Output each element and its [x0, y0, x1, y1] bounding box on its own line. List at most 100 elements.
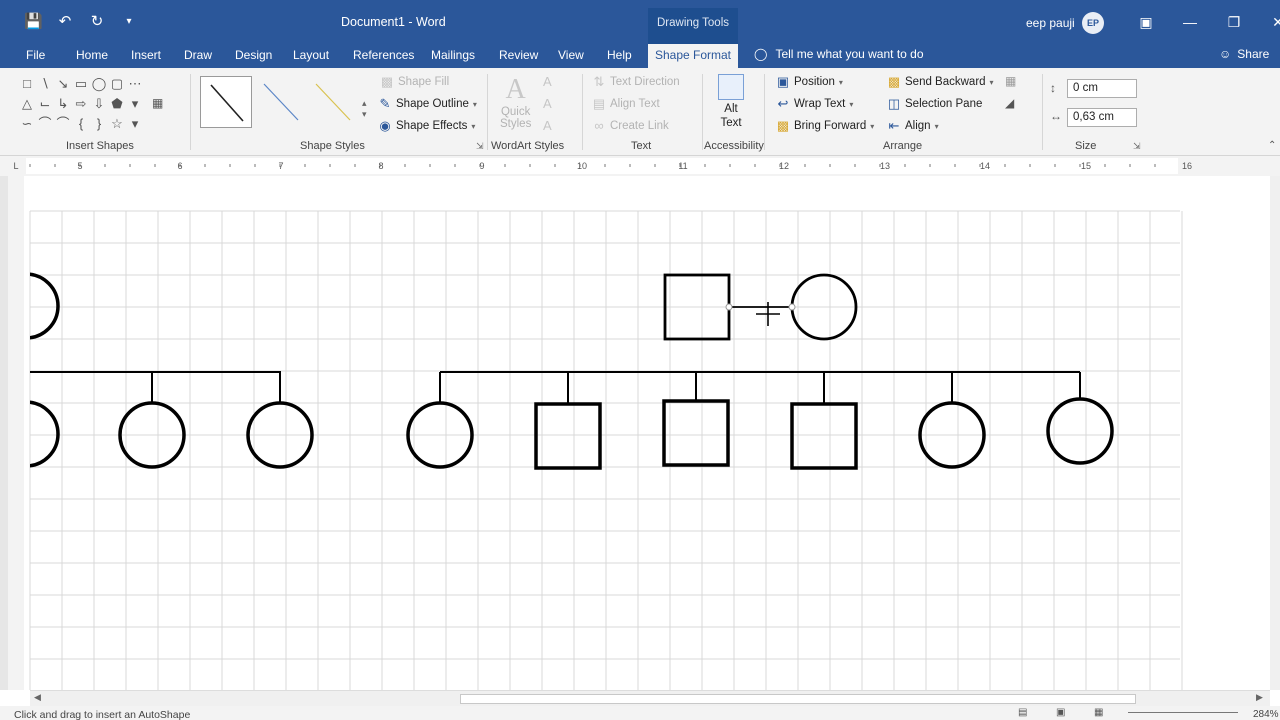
triangle-icon[interactable]: △ [18, 96, 36, 112]
shape-height-input[interactable]: 0 cm [1067, 79, 1137, 98]
pedigree-female[interactable] [24, 400, 60, 468]
tab-stop-icon[interactable]: L [13, 161, 18, 171]
ruler-label: 6 [177, 161, 182, 171]
elbow-connector-icon[interactable]: ⌙ [36, 96, 54, 112]
read-mode-icon[interactable]: ▤ [1018, 707, 1027, 718]
text-outline-icon[interactable]: A [543, 96, 552, 111]
alt-text-button[interactable]: Alt Text [718, 74, 744, 130]
drawing-canvas[interactable] [24, 176, 1270, 690]
shape-style-thumb[interactable] [200, 76, 252, 128]
minimize-icon[interactable]: — [1168, 12, 1212, 32]
rectangle-icon[interactable]: ▭ [72, 76, 90, 92]
vertical-ruler[interactable] [8, 176, 24, 690]
save-icon[interactable]: 💾 [24, 12, 43, 32]
star-icon[interactable]: ☆ [108, 116, 126, 132]
text-fill-icon[interactable]: A [543, 74, 552, 89]
shape-effects-button[interactable]: ◉ Shape Effects ▾ [378, 118, 475, 134]
tab-draw[interactable]: Draw [184, 48, 212, 62]
right-brace-icon[interactable]: } [90, 116, 108, 132]
create-link-button[interactable]: ∞ Create Link [592, 118, 668, 133]
avatar[interactable]: EP [1082, 12, 1104, 34]
dialog-launcher-icon[interactable]: ⇲ [1133, 141, 1141, 152]
zoom-slider[interactable] [1128, 712, 1238, 713]
shape-width-input[interactable]: 0,63 cm [1067, 108, 1137, 127]
horizontal-ruler[interactable]: 5 6 7 8 9 10 11 12 13 14 15 16 L [0, 156, 1280, 176]
print-layout-icon[interactable]: ▣ [1056, 707, 1065, 718]
text-box-icon[interactable]: □ [18, 76, 36, 92]
quick-styles-button[interactable]: A Quick Styles [500, 74, 531, 130]
tell-me-search[interactable]: ◯ Tell me what you want to do [754, 47, 924, 61]
right-arrow-icon[interactable]: ⇨ [72, 96, 90, 112]
tab-insert[interactable]: Insert [131, 48, 161, 62]
curve-icon[interactable]: ⌒ [36, 116, 54, 132]
pedigree-male[interactable] [662, 399, 730, 467]
shape-outline-button[interactable]: ✎ Shape Outline ▾ [378, 96, 477, 112]
selection-pane-button[interactable]: ◫ Selection Pane [887, 96, 983, 112]
dialog-launcher-icon[interactable]: ⇲ [476, 141, 484, 152]
tab-help[interactable]: Help [607, 48, 632, 62]
send-backward-button[interactable]: ▩ Send Backward ▾ [887, 74, 994, 90]
ribbon-display-options-icon[interactable]: ▣ [1124, 12, 1168, 32]
scroll-right-icon[interactable]: ▶ [1256, 692, 1263, 703]
tab-review[interactable]: Review [499, 48, 538, 62]
pentagon-icon[interactable]: ⬟ [108, 96, 126, 112]
text-box-draw-icon[interactable]: ▦ [152, 96, 163, 110]
share-button[interactable]: ☺ Share [1219, 47, 1269, 61]
ruler-label: 5 [77, 161, 82, 171]
scroll-left-icon[interactable]: ◀ [34, 692, 41, 703]
oval-icon[interactable]: ◯ [90, 76, 108, 92]
group-objects-icon[interactable]: ▦ [1005, 74, 1016, 88]
edit-shape-icon[interactable]: ⋯ [126, 76, 144, 92]
styles-scroll-icon[interactable]: ▴ ▾ [362, 98, 367, 120]
shape-style-thumb[interactable] [310, 76, 362, 128]
customize-qat-icon[interactable]: ▾ [120, 12, 138, 32]
restore-icon[interactable]: ❐ [1212, 12, 1256, 32]
scrollbar-thumb[interactable] [460, 694, 1136, 704]
redo-icon[interactable]: ↻ [88, 12, 106, 32]
shapes-gallery[interactable]: □ ∖ ↘ ▭ ◯ ▢ ⋯ △ ⌙ ↳ ⇨ ⇩ ⬟ ▾ ∽ ⌒ ⌒ { } ☆ … [18, 76, 148, 132]
close-icon[interactable]: ✕ [1256, 12, 1280, 32]
arrow-line-icon[interactable]: ↘ [54, 76, 72, 92]
text-effects-icon[interactable]: A [543, 118, 552, 133]
undo-icon[interactable]: ↶ [56, 12, 74, 32]
pedigree-male[interactable] [790, 402, 858, 470]
tab-view[interactable]: View [558, 48, 584, 62]
freeform-icon[interactable]: ∽ [18, 116, 36, 132]
text-direction-button[interactable]: ⇅ Text Direction [592, 74, 680, 90]
quick-styles-label-2: Styles [500, 118, 532, 130]
tab-layout[interactable]: Layout [293, 48, 329, 62]
zoom-level[interactable]: 284% [1253, 709, 1279, 720]
vertical-scrollbar[interactable] [1270, 176, 1280, 690]
pedigree-female[interactable] [1046, 397, 1114, 465]
rounded-rectangle-icon[interactable]: ▢ [108, 76, 126, 92]
tab-design[interactable]: Design [235, 48, 272, 62]
tab-home[interactable]: Home [76, 48, 108, 62]
tab-mailings[interactable]: Mailings [431, 48, 475, 62]
collapse-ribbon-icon[interactable]: ⌃ [1268, 140, 1276, 151]
align-button[interactable]: ⇤ Align ▾ [887, 118, 939, 134]
tab-file[interactable]: File [26, 48, 45, 62]
bring-forward-button[interactable]: ▩ Bring Forward ▾ [776, 118, 874, 134]
pedigree-female[interactable] [24, 272, 60, 340]
wrap-text-button[interactable]: ↩ Wrap Text ▾ [776, 96, 854, 112]
shape-style-thumb[interactable] [256, 76, 308, 128]
more-shapes-icon[interactable]: ▾ [126, 96, 144, 112]
down-arrow-icon[interactable]: ⇩ [90, 96, 108, 112]
expand-gallery-icon[interactable]: ▾ [126, 116, 144, 132]
rotate-icon[interactable]: ◢ [1005, 96, 1014, 110]
position-button[interactable]: ▣ Position ▾ [776, 74, 843, 90]
connector-handle[interactable] [788, 303, 796, 311]
user-name[interactable]: eep pauji [1026, 16, 1075, 30]
horizontal-scrollbar[interactable]: ◀ ▶ [30, 690, 1270, 706]
arc-icon[interactable]: ⌒ [54, 116, 72, 132]
align-text-button[interactable]: ▤ Align Text [592, 96, 660, 112]
tab-shape-format[interactable]: Shape Format [648, 44, 738, 68]
pedigree-male[interactable] [534, 402, 602, 470]
line-icon[interactable]: ∖ [36, 76, 54, 92]
tab-references[interactable]: References [353, 48, 414, 62]
shape-fill-button[interactable]: ▩ Shape Fill [380, 74, 449, 90]
elbow-arrow-icon[interactable]: ↳ [54, 96, 72, 112]
left-brace-icon[interactable]: { [72, 116, 90, 132]
connector-handle[interactable] [725, 303, 733, 311]
web-layout-icon[interactable]: ▦ [1094, 707, 1103, 718]
